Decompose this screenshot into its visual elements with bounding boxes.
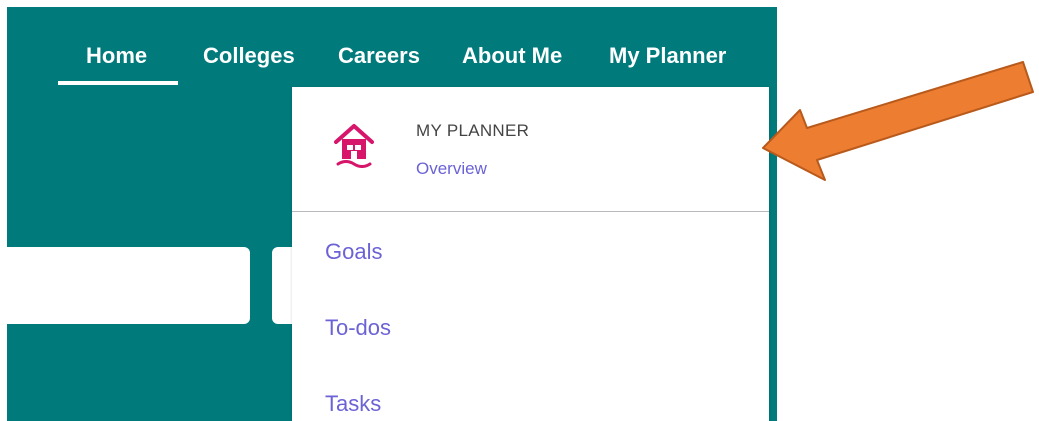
- nav-home[interactable]: Home: [86, 43, 147, 69]
- app-header-panel: Home Colleges Careers About Me My Planne…: [7, 7, 777, 421]
- house-icon: [334, 124, 374, 168]
- overview-link[interactable]: Overview: [416, 159, 487, 179]
- dropdown-header: MY PLANNER Overview: [292, 87, 769, 212]
- menu-item-tasks[interactable]: Tasks: [325, 391, 381, 417]
- active-tab-indicator: [58, 81, 178, 85]
- nav-careers[interactable]: Careers: [338, 43, 420, 69]
- search-input[interactable]: [7, 247, 250, 324]
- menu-item-goals[interactable]: Goals: [325, 239, 382, 265]
- my-planner-dropdown: MY PLANNER Overview Goals To-dos Tasks: [292, 87, 769, 421]
- nav-my-planner[interactable]: My Planner: [609, 43, 726, 69]
- nav-about-me[interactable]: About Me: [462, 43, 562, 69]
- nav-colleges[interactable]: Colleges: [203, 43, 295, 69]
- menu-item-to-dos[interactable]: To-dos: [325, 315, 391, 341]
- dropdown-title: MY PLANNER: [416, 121, 530, 140]
- top-navigation: Home Colleges Careers About Me My Planne…: [7, 7, 777, 87]
- annotation-arrow-icon: [762, 61, 1034, 181]
- screenshot-stage: Home Colleges Careers About Me My Planne…: [0, 0, 1039, 421]
